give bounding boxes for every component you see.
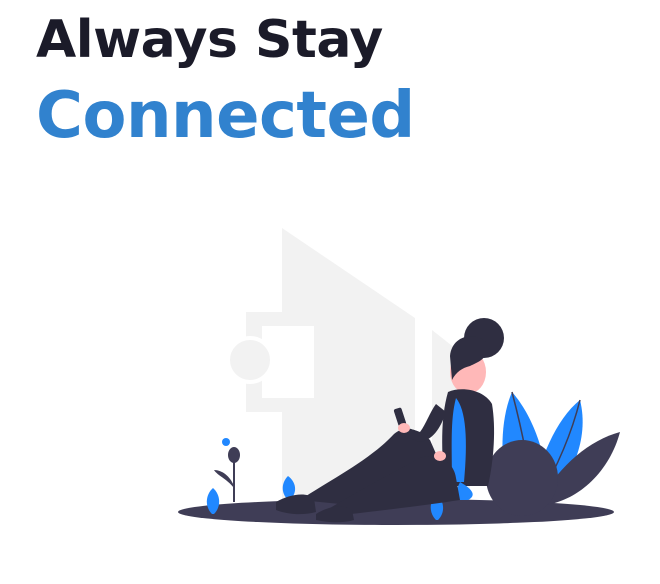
woman-sitting-with-phone-illustration <box>178 228 620 525</box>
hero-section: Always Stay Connected <box>0 0 660 584</box>
plant-leaves-right <box>486 391 620 516</box>
flower-stems-left <box>214 438 240 502</box>
